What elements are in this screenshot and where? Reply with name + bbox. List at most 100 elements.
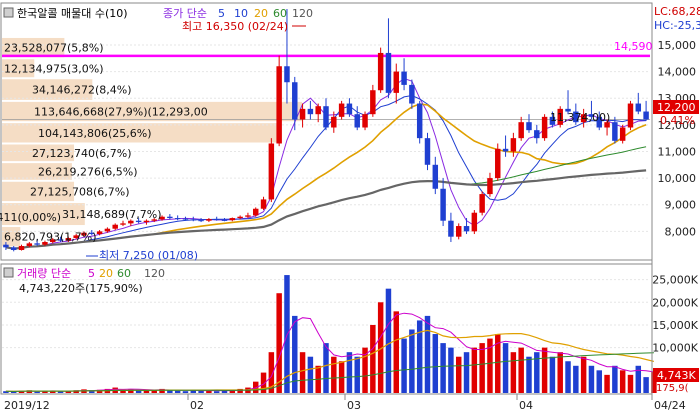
volume-bar <box>643 377 649 393</box>
volume-y-tick-label: 10,000K <box>652 342 698 355</box>
profile-label: 113,646,668(27,9%)(12,293,00 <box>34 106 208 119</box>
candle-body <box>120 223 126 225</box>
candle-body <box>471 212 478 232</box>
volume-y-tick-label: 20,000K <box>652 296 698 309</box>
candle-body <box>331 116 337 128</box>
candle-body <box>401 71 407 85</box>
volume-y-tick-label: 25,000K <box>652 274 698 287</box>
legend-label-2: 10 <box>234 7 248 20</box>
volume-bar <box>596 370 602 393</box>
candle-body <box>18 246 25 251</box>
volume-bar <box>510 352 517 393</box>
volume-bar <box>346 352 353 393</box>
candle-body <box>455 226 462 237</box>
candle-body <box>26 243 33 247</box>
candle-body <box>213 219 220 221</box>
volume-bar <box>557 352 563 393</box>
volume-bar <box>565 361 571 393</box>
hc-value: HC:-25,3 <box>654 19 700 32</box>
volume-bar <box>588 365 595 393</box>
candle-body <box>260 199 267 209</box>
candle-body <box>268 143 275 200</box>
y-tick-label: 15,000 <box>658 39 697 52</box>
candle-body <box>534 130 540 139</box>
hline-label: 14,590 <box>614 40 653 53</box>
volume-bar <box>580 356 587 393</box>
candle-body <box>346 103 353 115</box>
candle-body <box>432 164 439 189</box>
profile-label: 12,134,975(3,0%) <box>4 62 104 75</box>
volume-bar <box>471 347 478 393</box>
volume-legend-icon <box>3 267 14 278</box>
volume-bar <box>612 365 618 393</box>
candle-body <box>128 220 134 224</box>
current-price-label: 12,200 <box>657 101 696 114</box>
volume-bar <box>432 334 439 393</box>
candle-body <box>541 116 548 139</box>
candle-body <box>198 220 204 222</box>
x-label-4: 04/24 <box>654 399 686 412</box>
volume-bar <box>619 370 626 393</box>
chart-title: 한국알콜 매물대 수(10) <box>17 6 128 20</box>
candle-body <box>518 122 524 139</box>
candle-body <box>362 114 368 128</box>
candle-body <box>393 71 399 93</box>
candle-body <box>502 148 509 152</box>
volume-legend-1: 20 <box>99 267 113 280</box>
candle-body <box>627 103 634 128</box>
volume-bar <box>143 390 150 393</box>
volume-bar <box>448 347 454 393</box>
volume-bar <box>479 343 485 393</box>
candle-body <box>3 244 9 248</box>
profile-label: 34,146,272(8,4%) <box>32 84 132 97</box>
candle-body <box>276 66 282 144</box>
y-tick-label: 14,000 <box>658 66 697 79</box>
candle-body <box>315 106 321 115</box>
volume-bar <box>276 293 282 393</box>
candle-body <box>354 114 360 128</box>
candle-body <box>96 231 103 235</box>
extra-label-left: 3,411(0,00%) <box>0 211 61 224</box>
candle-body <box>338 103 345 117</box>
legend-label-4: 60 <box>273 7 287 20</box>
volume-bar <box>213 391 220 393</box>
x-axis: 2019/12 02 03 04 04/24 <box>4 394 686 412</box>
candle-body <box>526 122 532 131</box>
volume-bar <box>401 338 407 393</box>
low-marker: 최저 7,250 (01/08) <box>99 249 198 262</box>
y-tick-label: 9,000 <box>665 199 697 212</box>
candle-body <box>510 138 517 152</box>
candle-body <box>424 138 431 165</box>
volume-bar <box>307 356 314 393</box>
volume-bar <box>455 356 462 393</box>
volume-bar <box>424 315 431 393</box>
volume-bar <box>463 352 470 393</box>
extra-label-right: 11,374,00) <box>550 111 610 124</box>
profile-label: 27,123,740(6,7%) <box>32 147 132 160</box>
candle-body <box>487 178 493 195</box>
volume-bar <box>541 347 548 393</box>
volume-y-tick-label: 15,000K <box>652 319 698 332</box>
volume-bar <box>440 343 446 393</box>
candle-body <box>409 84 415 104</box>
profile-label: 31,148,689(7,7%) <box>62 208 162 221</box>
volume-bar <box>604 374 610 393</box>
candle-body <box>10 247 17 251</box>
volume-bar <box>385 288 392 393</box>
volume-bar <box>182 391 189 393</box>
candle-body <box>284 66 290 83</box>
volume-bar <box>370 324 376 393</box>
candle-body <box>635 103 642 112</box>
profile-label: 6,820,793(1,7%) <box>4 231 97 244</box>
high-marker: 최고 16,350 (02/24) <box>182 20 288 33</box>
volume-bar <box>573 365 579 393</box>
legend-icon <box>3 7 14 18</box>
volume-bar <box>502 343 509 393</box>
candle-body <box>416 103 423 139</box>
candle-body <box>112 224 118 229</box>
candle-body <box>182 218 189 220</box>
volume-bar <box>323 343 329 393</box>
candle-body <box>463 226 470 232</box>
volume-bar <box>299 352 306 393</box>
candle-body <box>174 218 181 220</box>
